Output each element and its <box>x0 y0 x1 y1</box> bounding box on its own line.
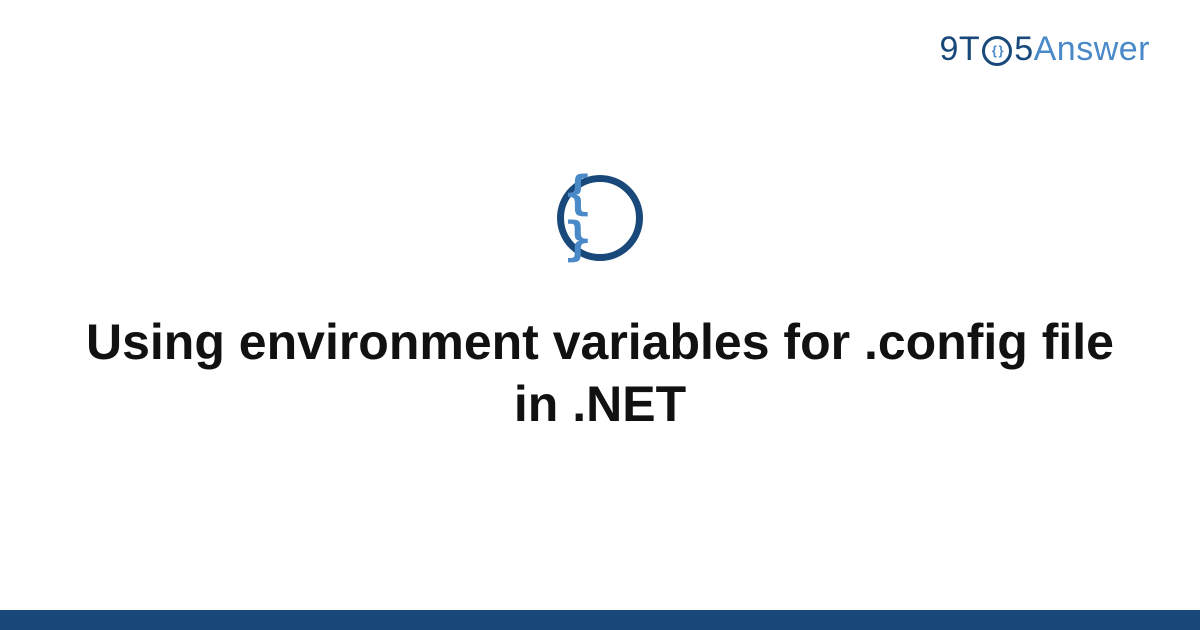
code-braces-icon: { } <box>564 170 636 262</box>
content-area: { } Using environment variables for .con… <box>0 0 1200 610</box>
footer-bar <box>0 610 1200 630</box>
code-icon-ring: { } <box>557 175 643 261</box>
page-title: Using environment variables for .config … <box>75 311 1125 436</box>
